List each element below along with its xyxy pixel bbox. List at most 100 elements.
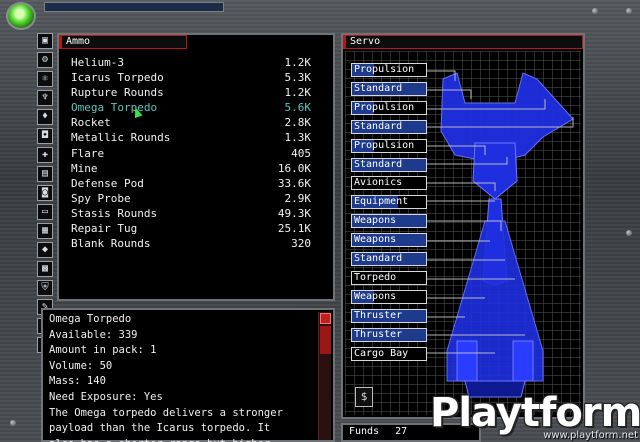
box-icon[interactable]: ▩ (37, 261, 53, 277)
servo-slot[interactable]: Standard (351, 252, 427, 266)
monitor-icon[interactable]: ▣ (37, 33, 53, 49)
ammo-quantity: 1.2K (284, 86, 312, 100)
ammo-name: Rocket (71, 116, 111, 130)
item-description-text: Omega Torpedo Available: 339 Amount in pac… (49, 312, 311, 442)
servo-panel: Servo Propulsion Standard Propulsion Sta… (341, 33, 585, 419)
servo-slot[interactable]: Equipment (351, 195, 427, 210)
description-line: payload than the Icarus torpedo. It (49, 422, 271, 435)
ammo-name: Repair Tug (71, 222, 138, 236)
servo-slot[interactable]: Standard (351, 157, 427, 172)
ammo-list: Helium-3 1.2K Icarus Torpedo 5.3K Rupture Ro… (71, 55, 311, 251)
cube-icon[interactable]: ◆ (37, 242, 53, 258)
ammo-quantity: 405 (291, 146, 311, 160)
ammo-quantity: 16.0K (277, 161, 311, 175)
description-line: Available: 339 (49, 328, 138, 341)
servo-slot[interactable]: Avionics (351, 176, 427, 191)
ammo-quantity: 5.3K (284, 71, 312, 85)
ammo-name: Omega Torpedo (71, 101, 158, 115)
scroll-thumb[interactable] (319, 326, 331, 354)
ammo-quantity: 49.3K (277, 206, 311, 220)
microphone-icon[interactable]: ♦ (37, 109, 53, 125)
ammo-name: Spy Probe (71, 191, 131, 205)
ammo-panel-title: Ammo (59, 35, 187, 49)
ammo-name: Rupture Rounds (71, 86, 164, 100)
logo-url: www.playtform.net (543, 430, 638, 441)
servo-slot[interactable]: Propulsion (351, 100, 427, 115)
servo-slot[interactable]: Thruster (351, 308, 427, 323)
top-status-bar (44, 2, 224, 12)
ammo-list-item[interactable]: Flare 405 (71, 146, 311, 161)
description-line: Volume: 50 (49, 359, 113, 372)
rivet (626, 230, 632, 236)
funds-value: 27 (395, 426, 408, 437)
scroll-up-button[interactable] (319, 313, 331, 324)
servo-slot[interactable]: Thruster (351, 327, 427, 342)
ammo-list-item[interactable]: Stasis Rounds 49.3K (71, 206, 311, 221)
servo-slot[interactable]: Weapons (351, 233, 427, 248)
atom-icon[interactable]: ⚛ (37, 71, 53, 87)
ammo-quantity: 320 (291, 237, 311, 251)
status-orb-icon[interactable] (6, 2, 36, 30)
servo-slot[interactable]: Standard (351, 119, 427, 134)
ammo-name: Flare (71, 146, 105, 160)
rivet (626, 8, 632, 14)
servo-slot[interactable]: Propulsion (351, 63, 427, 77)
ship-schematic-grid: Propulsion Standard Propulsion Standard Prop… (345, 51, 581, 415)
ammo-quantity: 1.3K (284, 131, 312, 145)
servo-slot[interactable]: Standard (351, 81, 427, 96)
watermark-logo: Playtform www.playtform.net (430, 388, 640, 442)
ammo-list-item[interactable]: Rocket 2.8K (71, 115, 311, 130)
ammo-name: Defense Pod (71, 176, 144, 190)
crosshair-icon[interactable]: ✚ (37, 147, 53, 163)
battery-icon[interactable]: ▭ (37, 204, 53, 220)
servo-panel-title: Servo (343, 35, 583, 49)
ammo-quantity: 2.8K (284, 116, 312, 130)
gear-icon[interactable]: ⚙ (37, 52, 53, 68)
shield-icon[interactable]: ⛨ (37, 280, 53, 296)
rivet (592, 8, 598, 14)
ammo-list-item[interactable]: Repair Tug 25.1K (71, 221, 311, 236)
ammo-quantity: 33.6K (277, 176, 311, 190)
plate-icon[interactable]: ◙ (37, 185, 53, 201)
ammo-quantity: 1.2K (284, 56, 312, 69)
ammo-list-item[interactable]: Defense Pod 33.6K (71, 176, 311, 191)
description-scrollbar[interactable] (318, 312, 331, 440)
description-line: Amount in pack: 1 (49, 344, 157, 357)
plug-icon[interactable]: ♆ (37, 90, 53, 106)
boot-icon[interactable]: ◘ (37, 128, 53, 144)
scanner-icon[interactable]: ▤ (37, 166, 53, 182)
description-line: The Omega torpedo delivers a stronger (49, 406, 283, 419)
ammo-name: Mine (71, 161, 98, 175)
servo-slot[interactable]: Weapons (351, 214, 427, 229)
cargo-bag-icon[interactable]: $ (355, 387, 373, 407)
ammo-list-item[interactable]: Blank Rounds 320 (71, 236, 311, 251)
ammo-name: Icarus Torpedo (71, 71, 164, 85)
ammo-list-item[interactable]: Helium-3 1.2K (71, 55, 311, 70)
ammo-list-item[interactable]: Icarus Torpedo 5.3K (71, 70, 311, 85)
description-line: Omega Torpedo (49, 313, 132, 325)
ammo-quantity: 2.9K (284, 191, 312, 205)
servo-slot[interactable]: Propulsion (351, 138, 427, 153)
ammo-quantity: 5.6K (284, 101, 312, 115)
description-line: Mass: 140 (49, 375, 106, 388)
servo-slot[interactable]: Torpedo (351, 270, 427, 285)
servo-slot[interactable]: Cargo Bay (351, 346, 427, 361)
rivet (10, 420, 16, 426)
description-line: also has a shorter range but higher (49, 437, 311, 442)
ammo-quantity: 25.1K (277, 222, 311, 236)
funds-label: Funds (349, 426, 380, 437)
ammo-list-item[interactable]: Rupture Rounds 1.2K (71, 85, 311, 100)
ammo-name: Metallic Rounds (71, 131, 171, 145)
item-description-panel: Omega Torpedo Available: 339 Amount in pac… (41, 308, 335, 442)
description-line: Need Exposure: Yes (49, 390, 163, 403)
ammo-panel: Ammo Helium-3 1.2K Icarus Torpedo 5.3K Ruptu… (57, 33, 335, 301)
ammo-list-item[interactable]: Spy Probe 2.9K (71, 191, 311, 206)
ammo-list-item[interactable]: Omega Torpedo 5.6K (71, 100, 311, 115)
servo-slot[interactable]: Weapons (351, 289, 427, 304)
ammo-name: Helium-3 (71, 56, 124, 69)
ammo-list-item[interactable]: Mine 16.0K (71, 161, 311, 176)
ammo-name: Stasis Rounds (71, 206, 158, 220)
ammo-name: Blank Rounds (71, 237, 151, 251)
calculator-icon[interactable]: ▦ (37, 223, 53, 239)
ammo-list-item[interactable]: Metallic Rounds 1.3K (71, 130, 311, 145)
